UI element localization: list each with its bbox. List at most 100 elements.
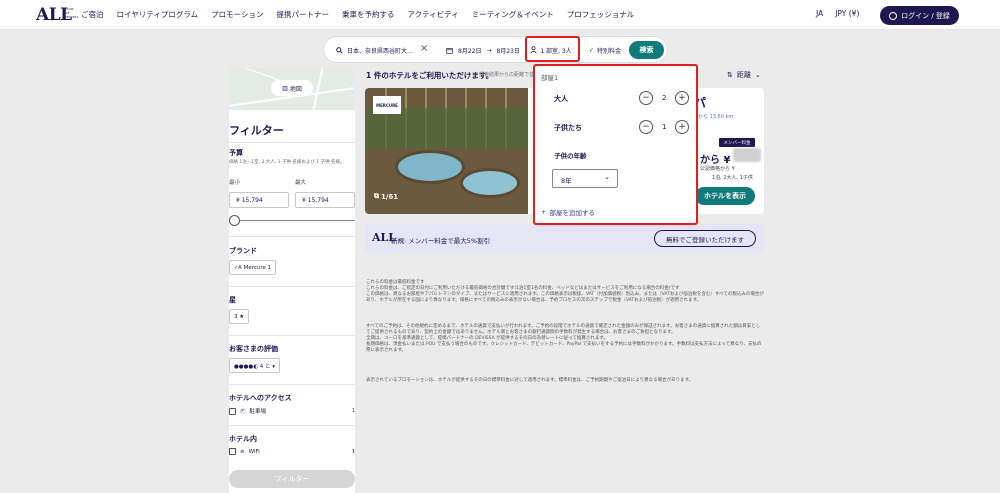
results-subtitle: 検索結果からの距離で並... [479,72,539,78]
parking-filter[interactable]: Ⓟ 駐車場 1 [229,407,355,415]
main-nav: ご宿泊 ロイヤリティプログラム プロモーション 提携パートナー 乗車を予約する … [81,9,634,20]
parking-label: 駐車場 [249,409,267,415]
divider [229,425,355,426]
free-signup-button[interactable]: 無料でご登録いただけます [654,230,756,247]
rating-chip[interactable]: ●●●●◐ 4 と ▾ [229,358,281,373]
destination-field[interactable]: 日本、奈良県西谷町大... [336,46,413,55]
open-map-button[interactable]: ▥ 地図 [271,80,313,96]
language-selector[interactable]: JA [816,9,823,18]
arrow-right-icon: → [486,47,492,54]
filter-panel: フィルター 予算 価格 1泊 - 1室, 2 大人, 1 子供 名様および 1 … [229,110,355,493]
nav-item-activities[interactable]: アクティビティ [407,9,458,20]
promo-text: 新規: メンバー料金で最大5%割引 [391,237,491,245]
wifi-count: 1 [351,448,355,455]
divider [229,335,355,336]
destination-value: 日本、奈良県西谷町大... [347,48,413,55]
max-price-label: 最大 [295,180,307,186]
nav-item-stay[interactable]: ご宿泊 [81,9,104,20]
currency-selector[interactable]: JPY (¥) [835,9,859,18]
max-price-input[interactable]: ¥ 15,794 [295,192,355,208]
clear-destination-icon[interactable]: × [420,43,428,54]
view-hotel-button[interactable]: ホテルを表示 [695,187,755,205]
calendar-icon [446,48,453,54]
photo-tub [395,150,465,184]
divider [229,142,355,143]
page: ALL ACCOR LIVE LIMITLESS ご宿泊 ロイヤリティプログラム… [0,0,1000,493]
nav-item-partners[interactable]: 提携パートナー [276,9,329,20]
hotel-distance: から 13.60 km [698,114,734,120]
date-range-field[interactable]: 8月22日 → 8月23日 [446,46,520,55]
sort-label: 距離 [736,71,751,79]
price-from: から ¥ [700,151,730,166]
sort-icon: ⇅ [727,71,733,79]
brand-chip-mercure[interactable]: ✓A Mercure 1 [229,260,277,275]
price-slider-track[interactable] [235,220,355,221]
nav-item-rides[interactable]: 乗車を予約する [342,9,395,20]
map-button-label: 地図 [289,85,302,93]
checkout-date: 8月23日 [496,48,520,55]
min-price-input[interactable]: ¥ 15,794 [229,192,289,208]
check-icon: ✓ [589,47,595,54]
stars-title: 星 [229,296,236,304]
parking-count: 1 [351,408,355,414]
special-rate-label: 特別料金 [597,48,622,55]
public-price-note: 公認価格から ¥ [700,166,735,172]
photo-tub [460,168,520,198]
map-road [312,68,324,110]
occupancy-note: 1泊, 2大人, 1子供 [712,175,753,181]
price-slider-handle[interactable] [229,215,240,226]
special-rate-field[interactable]: ✓ 特別料金 [589,46,621,55]
wifi-label: WiFi [248,448,260,455]
wifi-filter[interactable]: ≋ WiFi 1 [229,448,355,455]
nav-item-professional[interactable]: プロフェッショナル [567,9,635,20]
member-rate-badge: メンバー料金 [719,138,755,147]
sort-selector[interactable]: ⇅ 距離 ⌄ [727,70,761,80]
login-label: ログイン / 登録 [901,11,950,20]
logo-tagline: ACCOR LIVE LIMITLESS [63,7,79,19]
login-button[interactable]: ログイン / 登録 [880,6,959,25]
min-price-label: 最小 [229,180,241,186]
disclaimer-line: 長期価格は、現金払いまたは POU で支払う場合のものです。クレジットカード、デ… [366,342,762,353]
filter-title: フィルター [229,124,284,137]
disclaimer-line: すべてのご予約は、その他規約に定めるまで、ホテルの通貨で支払いが行われます。ご予… [366,324,761,335]
parking-checkbox[interactable] [229,407,236,415]
price-disclaimer: これらの料金は最低料金です これらの料金は、ご指定の日付にご利用いただける最低価… [366,280,764,304]
disclaimer-line: この価格は、異なるお部屋やアパルトマンのタイプ、またはサービスに適用されます。こ… [366,292,764,303]
promotion-disclaimer: 表示されているプロモーションは、ホテルが提供するその日の標準料金に対して適用され… [366,378,694,383]
divider [229,286,355,287]
price-value-blurred [733,148,761,162]
access-title: ホテルへのアクセス [229,394,292,402]
brand-logo-icon: ✓A [234,264,242,271]
divider [229,236,355,237]
photo-count-value: 1/61 [381,192,399,201]
budget-title: 予算 [229,149,243,157]
apply-filter-button[interactable]: フィルター [229,470,355,488]
guests-highlight [525,36,580,62]
map-preview[interactable]: ▥ 地図 [229,68,354,110]
rating-title: お客さまの評価 [229,345,278,353]
checkin-date: 8月22日 [458,48,482,55]
photo-foliage [365,108,528,148]
budget-note: 価格 1泊 - 1室, 2 大人, 1 子供 名様および 1 子供 名様。 [229,160,345,165]
wifi-icon: ≋ [240,448,245,455]
nav-item-loyalty[interactable]: ロイヤリティプログラム [117,9,199,20]
currency-disclaimer: すべてのご予約は、その他規約に定めるまで、ホテルの通貨で支払いが行われます。ご予… [366,324,764,354]
nav-item-meetings[interactable]: ミーティング＆イベント [472,9,554,20]
parking-icon: Ⓟ [240,409,246,415]
mercure-logo: MERCURE [373,96,401,114]
gallery-icon: ⧉ [374,192,379,200]
wifi-checkbox[interactable] [229,448,236,455]
photo-counter: ⧉ 1/61 [374,192,398,201]
top-header: ALL ACCOR LIVE LIMITLESS ご宿泊 ロイヤリティプログラム… [0,0,1000,30]
stars-chip[interactable]: 3 ★ [229,309,250,324]
map-icon: ▥ [282,84,288,92]
hotel-photo[interactable]: MERCURE ⧉ 1/61 [365,88,528,214]
chevron-down-icon: ⌄ [754,71,761,79]
brand-chip-label: Mercure 1 [243,264,272,271]
popup-highlight [533,64,698,225]
results-count: 1 件のホテルをご利用いただけます。 [366,71,494,80]
nav-item-promotions[interactable]: プロモーション [211,9,263,20]
search-button[interactable]: 検索 [629,41,664,59]
member-promo-banner: ALL 新規: メンバー料金で最大5%割引 無料でご登録いただけます [365,224,764,253]
divider [229,384,355,385]
